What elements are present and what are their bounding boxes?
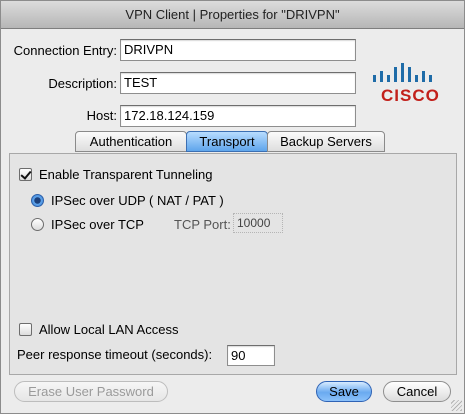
description-field[interactable]: TEST — [120, 72, 356, 94]
tab-bar: Authentication Transport Backup Servers — [75, 131, 385, 153]
enable-transparent-tunneling-label: Enable Transparent Tunneling — [39, 167, 213, 182]
ipsec-over-udp-radio[interactable] — [31, 194, 44, 207]
tcp-port-field[interactable]: 10000 — [233, 213, 283, 233]
transport-panel — [9, 153, 457, 375]
erase-user-password-button[interactable]: Erase User Password — [14, 381, 168, 402]
tab-transport[interactable]: Transport — [186, 131, 268, 152]
allow-local-lan-access-label: Allow Local LAN Access — [39, 322, 179, 337]
enable-transparent-tunneling-checkbox[interactable] — [19, 168, 32, 181]
host-label: Host: — [86, 108, 117, 123]
properties-window: VPN Client | Properties for "DRIVPN" Con… — [0, 0, 465, 414]
tab-backup-servers[interactable]: Backup Servers — [267, 131, 385, 152]
peer-response-timeout-field[interactable]: 90 — [227, 345, 275, 366]
ipsec-over-tcp-radio[interactable] — [31, 218, 44, 231]
ipsec-over-tcp-label: IPSec over TCP — [51, 217, 144, 232]
connection-entry-field[interactable]: DRIVPN — [120, 39, 356, 61]
cisco-logo-text: CISCO — [381, 86, 440, 105]
allow-local-lan-access-checkbox[interactable] — [19, 323, 32, 336]
save-button[interactable]: Save — [316, 381, 372, 402]
connection-entry-label: Connection Entry: — [13, 43, 117, 58]
window-title: VPN Client | Properties for "DRIVPN" — [1, 1, 464, 29]
tcp-port-label: TCP Port: — [174, 217, 231, 232]
host-field[interactable]: 172.18.124.159 — [120, 105, 356, 127]
description-label: Description: — [48, 76, 117, 91]
tab-authentication[interactable]: Authentication — [75, 131, 187, 152]
peer-response-timeout-label: Peer response timeout (seconds): — [17, 347, 213, 362]
cancel-button[interactable]: Cancel — [383, 381, 451, 402]
resize-grip-icon[interactable] — [451, 400, 462, 411]
ipsec-over-udp-label: IPSec over UDP ( NAT / PAT ) — [51, 193, 224, 208]
